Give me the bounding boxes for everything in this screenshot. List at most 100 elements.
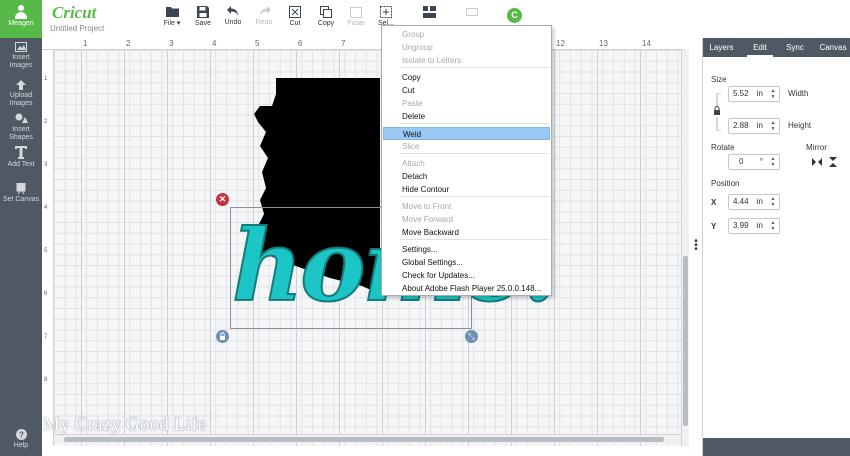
add-text-label: Add Text — [7, 161, 35, 168]
cricut-access-badge[interactable]: C — [507, 8, 522, 23]
menu-item-cut[interactable]: Cut — [383, 84, 550, 97]
menu-item-move-backward[interactable]: Move Backward — [383, 226, 550, 239]
left-sidebar: Meagen Insert Images Upload Images Inser… — [0, 0, 42, 456]
redo-icon — [259, 6, 271, 16]
ruler-left: 1 2 3 4 5 6 7 8 — [42, 50, 54, 446]
menu-item-check-for-updates[interactable]: Check for Updates... — [383, 269, 550, 282]
folder-icon — [165, 7, 179, 17]
ruler-left-tick-label: 5 — [44, 248, 48, 254]
project-name[interactable]: Untitled Project — [50, 24, 104, 33]
horizontal-scroll-thumb[interactable] — [64, 437, 664, 442]
menu-item-paste[interactable]: Paste — [383, 97, 550, 110]
cricut-logo: Cricut — [52, 3, 97, 22]
paste-button[interactable]: Paste — [340, 6, 372, 27]
select-all-button[interactable]: Sel... — [370, 6, 402, 27]
image-icon — [15, 42, 27, 52]
save-button[interactable]: Save — [187, 6, 219, 27]
insert-images-button[interactable]: Insert Images — [0, 42, 42, 70]
shapes-icon — [15, 113, 28, 123]
ruler-top-tick-label: 14 — [642, 39, 651, 48]
width-field[interactable]: 5.52 in ▲ ▼ — [728, 86, 780, 102]
mirror-horizontal-icon[interactable] — [812, 157, 822, 167]
x-position-field[interactable]: 4.44 in ▲ ▼ — [728, 194, 780, 210]
copy-icon — [320, 6, 332, 18]
y-unit: in — [756, 221, 763, 230]
add-text-button[interactable]: Add Text — [0, 146, 42, 169]
height-stepper[interactable]: ▲ ▼ — [768, 120, 778, 132]
lock-handle-icon[interactable] — [216, 330, 229, 343]
menu-separator — [400, 239, 549, 240]
rotate-field[interactable]: 0 ° ▲ ▼ — [728, 154, 780, 170]
menu-item-hide-contour[interactable]: Hide Contour — [383, 183, 550, 196]
help-button[interactable]: ? Help — [0, 429, 42, 450]
menu-item-delete[interactable]: Delete — [383, 110, 550, 123]
copy-button[interactable]: Copy — [310, 6, 342, 27]
tab-sync[interactable]: Sync — [781, 38, 809, 57]
ruler-top-tick-label: 3 — [169, 39, 174, 48]
menu-separator — [400, 153, 549, 154]
ruler-top-tick-label: 1 — [83, 39, 88, 48]
svg-text:?: ? — [19, 431, 24, 440]
cut-icon — [289, 6, 301, 18]
menu-item-slice[interactable]: Slice — [383, 140, 550, 153]
insert-shapes-button[interactable]: Insert Shapes — [0, 113, 42, 142]
menu-separator — [400, 123, 549, 124]
upload-images-label: Upload Images — [9, 92, 33, 107]
undo-button[interactable]: Undo — [217, 6, 249, 26]
menu-separator — [400, 67, 549, 68]
mirror-vertical-icon[interactable] — [828, 157, 838, 167]
user-menu-button[interactable]: Meagen — [0, 0, 42, 38]
menu-item-move-forward[interactable]: Move Forward — [383, 213, 550, 226]
text-icon — [15, 146, 27, 159]
width-stepper[interactable]: ▲ ▼ — [768, 88, 778, 100]
menu-item-detach[interactable]: Detach — [383, 170, 550, 183]
ruler-top-tick-label: 12 — [556, 39, 565, 48]
arrange-button[interactable] — [456, 6, 488, 20]
ruler-left-tick-label: 1 — [44, 76, 48, 82]
canvas-icon — [16, 183, 26, 194]
menu-separator — [400, 196, 549, 197]
cut-button[interactable]: Cut — [279, 6, 311, 27]
copy-label: Copy — [317, 20, 335, 27]
height-field[interactable]: 2.88 in ▲ ▼ — [728, 118, 780, 134]
menu-item-attach[interactable]: Attach — [383, 157, 550, 170]
paste-label: Paste — [347, 20, 365, 27]
upload-images-button[interactable]: Upload Images — [0, 80, 42, 108]
tab-canvas[interactable]: Canvas — [815, 38, 850, 57]
set-canvas-button[interactable]: Set Canvas — [0, 183, 42, 204]
panel-footer-bar — [703, 438, 850, 456]
y-position-field[interactable]: 3.99 in ▲ ▼ — [728, 218, 780, 234]
vertical-scroll-thumb[interactable] — [683, 256, 688, 426]
rotate-label: Rotate — [711, 143, 735, 152]
file-menu-button[interactable]: File ▾ — [156, 6, 188, 27]
delete-handle-icon[interactable]: ✕ — [216, 193, 229, 206]
redo-button[interactable]: Redo — [248, 6, 280, 26]
tab-edit[interactable]: Edit — [747, 38, 773, 57]
vertical-scrollbar[interactable] — [681, 50, 689, 446]
insert-images-label: Insert Images — [9, 54, 33, 69]
size-lock-icon[interactable] — [712, 93, 722, 131]
align-button[interactable] — [413, 6, 445, 20]
ruler-top-tick-label: 2 — [126, 39, 131, 48]
upload-icon — [16, 80, 26, 90]
menu-item-settings[interactable]: Settings... — [383, 243, 550, 256]
menu-item-copy[interactable]: Copy — [383, 71, 550, 84]
menu-item-group[interactable]: Group — [383, 28, 550, 41]
rotate-stepper[interactable]: ▲ ▼ — [768, 156, 778, 168]
menu-item-weld[interactable]: Weld — [383, 127, 550, 140]
arrange-icon — [466, 8, 478, 16]
menu-item-about-adobe-flash-player-25-0-0-148[interactable]: About Adobe Flash Player 25.0.0.148... — [383, 282, 550, 295]
resize-handle-icon[interactable]: ⤡ — [465, 330, 478, 343]
menu-item-isolate-to-letters[interactable]: Isolate to Letters — [383, 54, 550, 67]
tab-layers[interactable]: Layers — [703, 38, 740, 57]
width-label: Width — [788, 89, 809, 98]
menu-item-ungroup[interactable]: Ungroup — [383, 41, 550, 54]
menu-item-global-settings[interactable]: Global Settings... — [383, 256, 550, 269]
height-value: 2.88 — [733, 121, 749, 130]
undo-label: Undo — [224, 19, 242, 26]
select-all-icon — [380, 6, 392, 18]
panel-collapse-handle[interactable]: • • • — [693, 237, 699, 255]
y-stepper[interactable]: ▲ ▼ — [768, 220, 778, 232]
menu-item-move-to-front[interactable]: Move to Front — [383, 200, 550, 213]
x-stepper[interactable]: ▲ ▼ — [768, 196, 778, 208]
